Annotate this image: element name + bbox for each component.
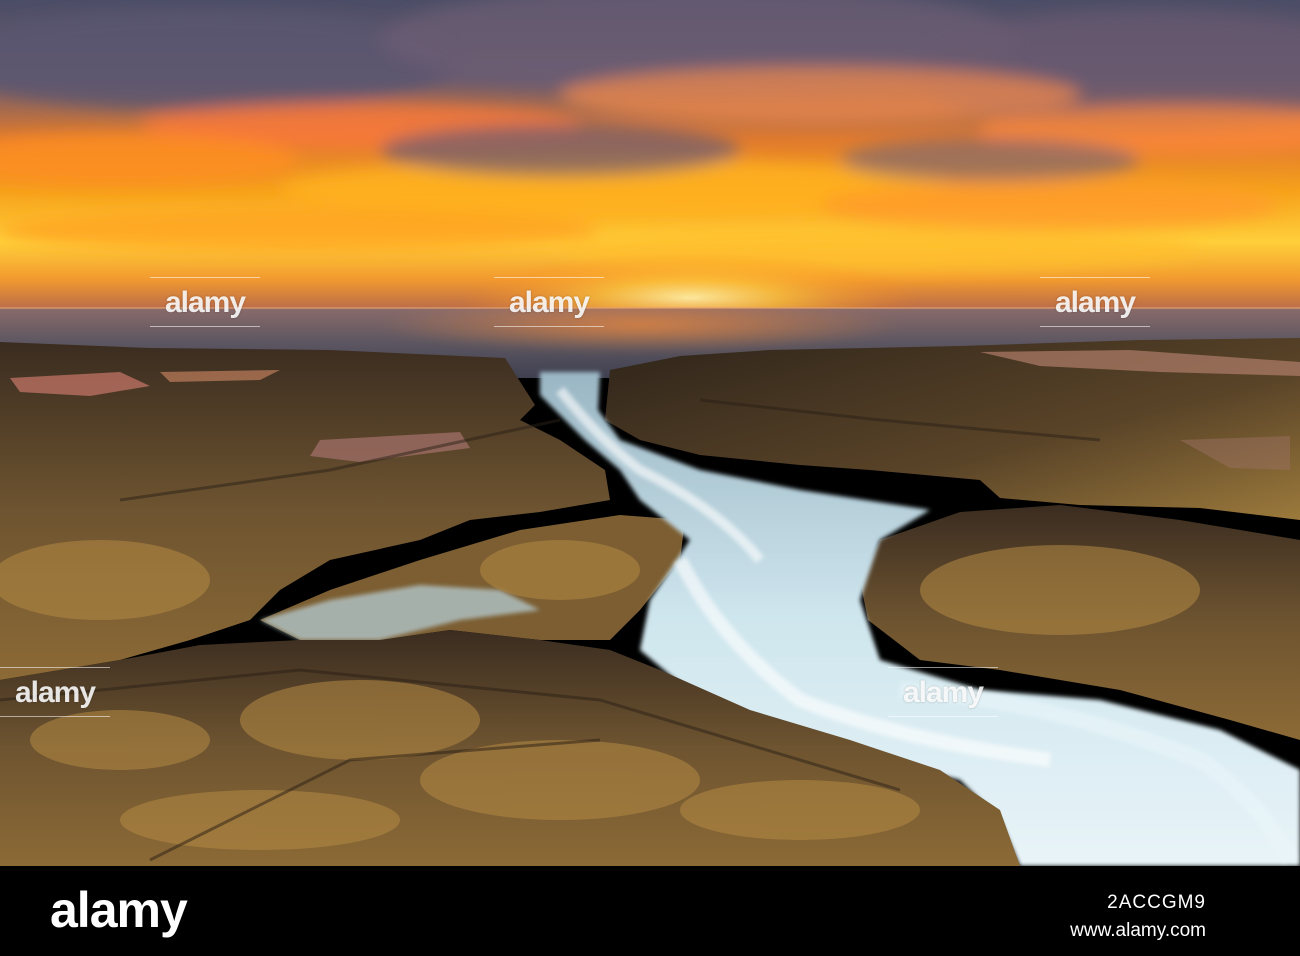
watermark-logo: alamy	[888, 667, 998, 717]
photo-frame: alamy alamy alamy alamy alamy	[0, 0, 1300, 866]
coastal-sunset-photo	[0, 0, 1300, 866]
alamy-logo[interactable]: alamy	[50, 880, 188, 940]
watermark-logo: alamy	[0, 667, 110, 717]
image-id: 2ACCGM9	[1107, 892, 1206, 913]
brand-bar: alamy 2ACCGM9 www.alamy.com	[0, 866, 1300, 956]
watermark-logo: alamy	[1040, 277, 1150, 327]
watermark-logo: alamy	[150, 277, 260, 327]
site-url[interactable]: www.alamy.com	[1070, 920, 1206, 942]
watermark-logo: alamy	[494, 277, 604, 327]
